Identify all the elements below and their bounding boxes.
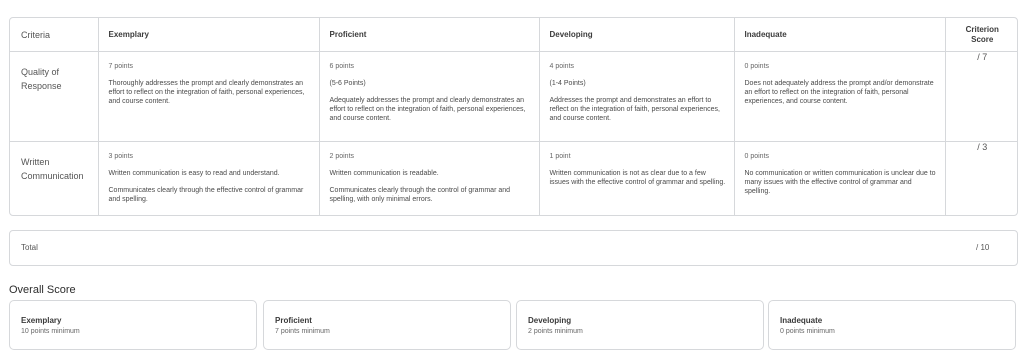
header-inadequate: Inadequate — [734, 18, 946, 52]
level-description: No communication or written communicatio… — [744, 170, 936, 195]
criterion-cell: Quality of Response — [10, 51, 99, 142]
level-cell-developing[interactable]: 4 points (1-4 Points) Addresses the prom… — [539, 51, 735, 142]
header-proficient: Proficient — [319, 18, 540, 52]
header-developing: Developing — [539, 18, 735, 52]
level-description: Adequately addresses the prompt and clea… — [329, 97, 526, 122]
overall-level-minimum: 7 points minimum — [275, 328, 330, 335]
points-label: 1 point — [549, 153, 571, 160]
header-score-line1: Criterion — [965, 24, 999, 34]
level-description: Addresses the prompt and demonstrates an… — [549, 97, 720, 122]
level-cell-proficient[interactable]: 2 points Written communication is readab… — [319, 141, 540, 215]
level-description: Communicates clearly through the control… — [329, 187, 511, 203]
total-score: / 10 — [976, 243, 990, 252]
level-cell-exemplary[interactable]: 3 points Written communication is easy t… — [98, 141, 320, 215]
overall-level-name: Developing — [528, 316, 572, 325]
level-description: Written communication is not as clear du… — [549, 170, 726, 186]
total-row: Total / 10 — [9, 230, 1018, 266]
points-label: 6 points — [329, 63, 355, 70]
total-label: Total — [21, 243, 38, 252]
points-range: (5-6 Points) — [329, 80, 366, 87]
level-description: Thoroughly addresses the prompt and clea… — [108, 80, 305, 105]
table-row: Quality of Response 7 points Thoroughly … — [10, 51, 1017, 142]
points-range: (1-4 Points) — [549, 80, 586, 87]
overall-score-levels: Exemplary 10 points minimum Proficient 7… — [9, 300, 1018, 350]
overall-level-card-inadequate[interactable]: Inadequate 0 points minimum — [768, 300, 1016, 350]
level-description: Written communication is readable. — [329, 170, 439, 177]
level-cell-developing[interactable]: 1 point Written communication is not as … — [539, 141, 735, 215]
criterion-cell: Written Communication — [10, 141, 99, 215]
level-cell-inadequate[interactable]: 0 points Does not adequately address the… — [734, 51, 946, 142]
level-cell-proficient[interactable]: 6 points (5-6 Points) Adequately address… — [319, 51, 540, 142]
overall-level-name: Exemplary — [21, 316, 62, 325]
points-label: 2 points — [329, 153, 355, 160]
rubric-table: Criteria Exemplary Proficient Developing… — [9, 17, 1018, 216]
points-label: 0 points — [744, 153, 770, 160]
criterion-name-line1: Written — [21, 157, 50, 167]
header-score-line2: Score — [971, 34, 994, 44]
overall-level-name: Inadequate — [780, 316, 823, 325]
points-label: 7 points — [108, 63, 134, 70]
criterion-name-line1: Quality of — [21, 67, 60, 77]
overall-level-name: Proficient — [275, 316, 312, 325]
header-criterion-score: Criterion Score — [945, 18, 1017, 52]
points-label: 0 points — [744, 63, 770, 70]
overall-level-minimum: 2 points minimum — [528, 328, 583, 335]
table-row: Written Communication 3 points Written c… — [10, 141, 1017, 215]
points-label: 3 points — [108, 153, 134, 160]
overall-level-card-exemplary[interactable]: Exemplary 10 points minimum — [9, 300, 257, 350]
criterion-score: / 3 — [977, 142, 988, 152]
overall-score-title: Overall Score — [9, 284, 76, 296]
header-criteria: Criteria — [10, 18, 99, 52]
criterion-name-line2: Response — [21, 81, 62, 91]
level-cell-inadequate[interactable]: 0 points No communication or written com… — [734, 141, 946, 215]
level-description: Communicates clearly through the effecti… — [108, 187, 304, 203]
overall-level-minimum: 10 points minimum — [21, 328, 80, 335]
level-cell-exemplary[interactable]: 7 points Thoroughly addresses the prompt… — [98, 51, 320, 142]
criterion-score: / 7 — [945, 51, 1017, 142]
overall-level-card-proficient[interactable]: Proficient 7 points minimum — [263, 300, 511, 350]
overall-level-card-developing[interactable]: Developing 2 points minimum — [516, 300, 764, 350]
points-label: 4 points — [549, 63, 575, 70]
overall-level-minimum: 0 points minimum — [780, 328, 835, 335]
criterion-name-line2: Communication — [21, 171, 84, 181]
level-description: Does not adequately address the prompt a… — [744, 80, 934, 105]
header-exemplary: Exemplary — [98, 18, 320, 52]
level-description: Written communication is easy to read an… — [108, 170, 280, 177]
